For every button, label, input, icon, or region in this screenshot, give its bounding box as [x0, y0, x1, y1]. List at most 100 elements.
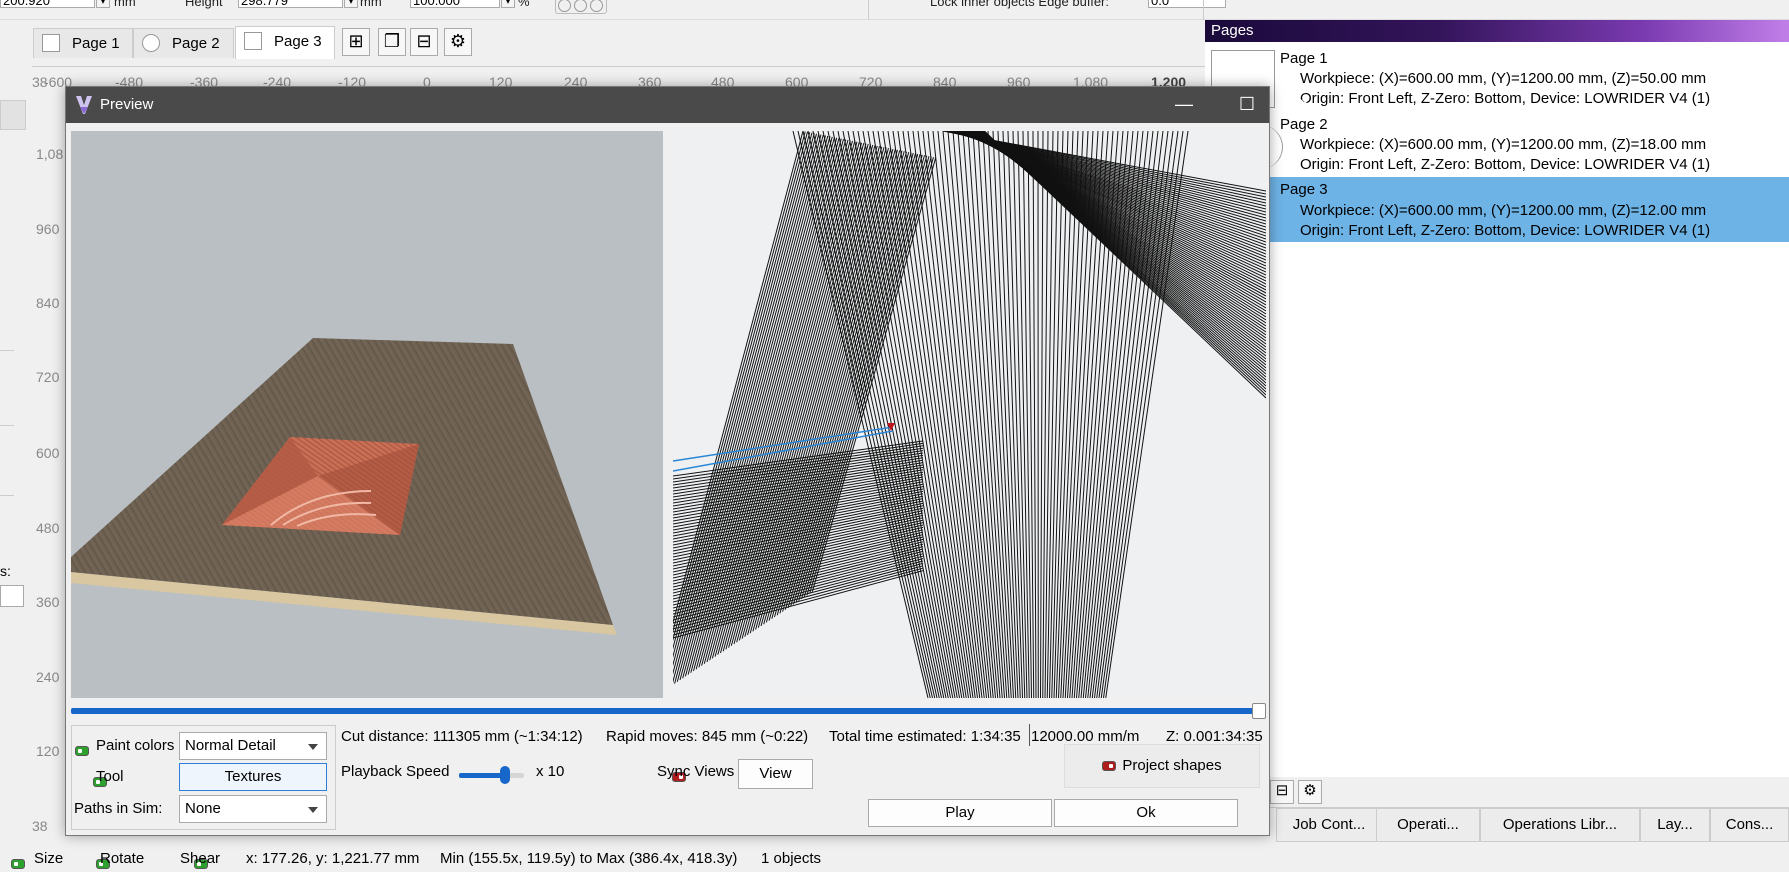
- vertical-ruler: 1,08 960 840 720 600 480 360 240 120 38: [32, 86, 64, 846]
- divider: [0, 425, 14, 426]
- text-cursor: [1029, 724, 1030, 746]
- maximize-button[interactable]: ☐: [1227, 91, 1267, 119]
- textures-button[interactable]: Textures: [179, 763, 327, 791]
- tab-label: Page 2: [172, 35, 220, 52]
- tab-console[interactable]: Cons...: [1710, 808, 1789, 842]
- anchor-circle-icon: [574, 0, 587, 12]
- toolpath-line: [1040, 131, 1044, 698]
- height-label: Height: [185, 0, 223, 9]
- remove-page-button-2[interactable]: ⊟: [1270, 780, 1294, 804]
- toolpath-line: [842, 131, 951, 698]
- simulation-progress-handle[interactable]: [1252, 703, 1266, 719]
- toolpath-line: [937, 131, 994, 698]
- tab-operations[interactable]: Operati...: [1376, 808, 1480, 842]
- paint-colors-toggle-icon[interactable]: [75, 746, 89, 757]
- tab-operations-library[interactable]: Operations Libr...: [1480, 808, 1640, 842]
- duplicate-page-button[interactable]: ❐: [378, 28, 406, 56]
- remove-page-button[interactable]: ⊟: [410, 28, 438, 56]
- tab-layers[interactable]: Lay...: [1640, 808, 1710, 842]
- edge-buffer-input[interactable]: 0.0: [1148, 0, 1226, 8]
- playback-speed-handle[interactable]: [499, 766, 510, 784]
- page-list-item-3[interactable]: Page 3 Workpiece: (X)=600.00 mm, (Y)=120…: [1205, 177, 1789, 242]
- paint-colors-value: Normal Detail: [185, 737, 276, 754]
- toolpath-viewport[interactable]: [673, 131, 1266, 698]
- paint-colors-label: Paint colors: [96, 737, 175, 754]
- page-settings-button-2[interactable]: ⚙: [1298, 780, 1322, 804]
- rotate-label: Rotate: [100, 850, 145, 867]
- ruler-tick: 840: [36, 295, 60, 311]
- page-origin: Origin: Front Left, Z-Zero: Bottom, Devi…: [1300, 90, 1711, 107]
- ruler-tick: 600: [36, 445, 60, 461]
- selection-bounds: Min (155.5x, 119.5y) to Max (386.4x, 418…: [440, 850, 738, 867]
- 3d-preview-viewport[interactable]: [71, 131, 663, 698]
- view-button[interactable]: View: [738, 759, 813, 789]
- maximize-icon: ☐: [1238, 94, 1256, 114]
- ruler-top-border: [32, 66, 1207, 67]
- 3d-model-render: [71, 338, 617, 635]
- ruler-corner: 38: [32, 818, 48, 834]
- scale-spin-button[interactable]: ▾: [501, 0, 515, 8]
- chevron-down-icon: [308, 807, 318, 813]
- page-icon: [244, 32, 262, 50]
- remove-page-icon: ⊟: [416, 31, 432, 51]
- play-button[interactable]: Play: [868, 799, 1052, 827]
- scale-input[interactable]: 100.000: [410, 0, 500, 8]
- height-input[interactable]: 298.779: [238, 0, 343, 8]
- ruler-tick: 120: [36, 743, 60, 759]
- page-name: Page 3: [1280, 181, 1328, 198]
- project-shapes-label: Project shapes: [1122, 757, 1222, 774]
- size-toggle-icon[interactable]: [11, 859, 25, 870]
- height-spin-button[interactable]: ▾: [344, 0, 358, 8]
- pages-panel-toolbar: [1266, 778, 1789, 806]
- anchor-selector[interactable]: [555, 0, 607, 14]
- paths-in-sim-value: None: [185, 800, 221, 817]
- playback-speed-fill: [459, 773, 505, 778]
- page-list-item-2[interactable]: Page 2 Workpiece: (X)=600.00 mm, (Y)=120…: [1205, 114, 1789, 173]
- cut-distance: Cut distance: 111305 mm (~1:34:12): [341, 728, 583, 745]
- left-fragment-label: s:: [0, 563, 11, 579]
- playback-speed-slider[interactable]: [459, 773, 524, 778]
- z-readout: Z: 0.001:34:35: [1166, 728, 1263, 745]
- ruler-tick: 960: [36, 221, 60, 237]
- ok-button[interactable]: Ok: [1054, 799, 1238, 827]
- tab-page-2[interactable]: Page 2: [133, 28, 234, 58]
- horizontal-ruler: 38 -600 -480 -360 -240 -120 0 120 240 36…: [32, 70, 1186, 90]
- minimize-button[interactable]: —: [1164, 91, 1204, 119]
- divider: [0, 350, 14, 351]
- toolpath-line: [877, 131, 967, 698]
- toolpath-line: [932, 131, 992, 698]
- paths-in-sim-dropdown[interactable]: None: [179, 795, 327, 823]
- left-fragment-spinbox[interactable]: [0, 585, 24, 607]
- page-name: Page 1: [1280, 50, 1328, 67]
- playback-speed-value: x 10: [536, 763, 565, 780]
- anchor-circle-icon: [590, 0, 603, 12]
- toolpath-render: [673, 131, 1266, 698]
- simulation-progress-bar[interactable]: [71, 708, 1259, 714]
- lock-inner-label: Lock inner objects Edge buffer:: [930, 0, 1109, 9]
- toolpath-line: [902, 131, 978, 698]
- left-panel-tab[interactable]: [0, 100, 26, 130]
- minimize-icon: —: [1175, 94, 1193, 114]
- x-spin-button[interactable]: ▾: [96, 0, 110, 8]
- paint-colors-dropdown[interactable]: Normal Detail: [179, 732, 327, 760]
- preview-title-bar[interactable]: Preview — ☐ ✕: [66, 87, 1312, 123]
- x-value-input[interactable]: 200.920: [0, 0, 95, 8]
- tab-page-1[interactable]: Page 1: [33, 28, 133, 58]
- close-button[interactable]: ✕: [1284, 91, 1324, 119]
- tab-page-3[interactable]: Page 3: [235, 26, 335, 59]
- toolpath-line: [852, 131, 956, 698]
- project-shapes-button[interactable]: Project shapes: [1064, 744, 1260, 788]
- toolpath-line: [1058, 131, 1084, 698]
- sync-views-label: Sync Views: [657, 763, 735, 780]
- ruler-tick: 480: [36, 520, 60, 536]
- preview-title: Preview: [100, 96, 154, 113]
- toolpath-line: [1007, 131, 1026, 698]
- ruler-tick: 1,08: [36, 146, 64, 162]
- add-page-button[interactable]: ⊞: [342, 28, 370, 56]
- page-settings-button[interactable]: ⚙: [444, 28, 472, 56]
- bottom-tab-bar: Job Cont... Operati... Operations Libr..…: [1268, 807, 1789, 842]
- tool-label: Tool: [96, 768, 124, 785]
- page-origin: Origin: Front Left, Z-Zero: Bottom, Devi…: [1300, 222, 1711, 239]
- page-workpiece: Workpiece: (X)=600.00 mm, (Y)=1200.00 mm…: [1300, 70, 1707, 87]
- tab-job-control[interactable]: Job Cont...: [1276, 808, 1382, 842]
